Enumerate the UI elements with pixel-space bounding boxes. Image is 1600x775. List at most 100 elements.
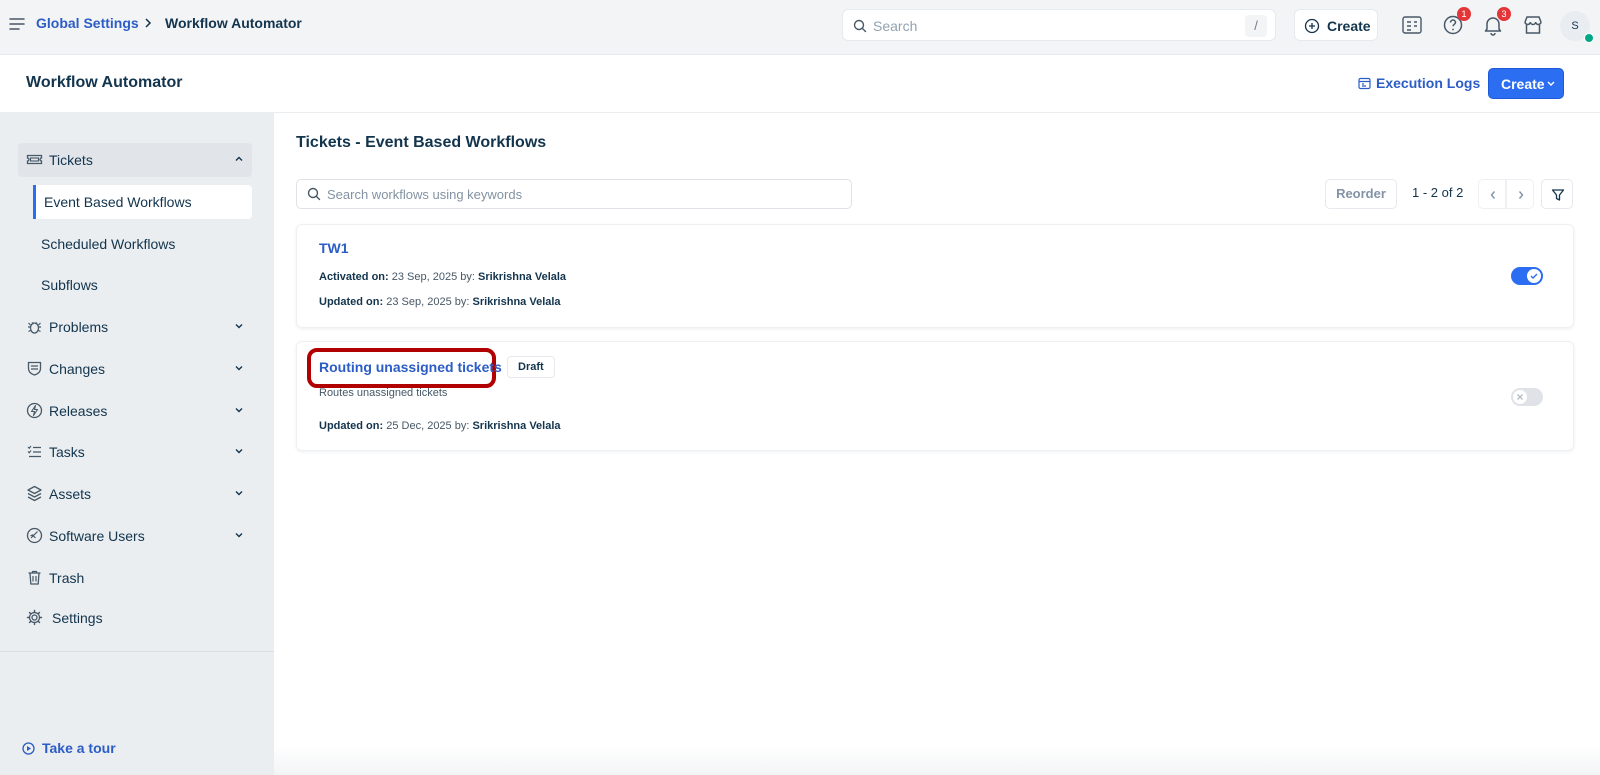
next-page-button[interactable] <box>1506 179 1534 209</box>
updated-date: 23 Sep, 2025 by: <box>386 296 470 308</box>
notifications-bell-icon[interactable]: 3 <box>1481 7 1511 37</box>
reorder-button[interactable]: Reorder <box>1325 179 1397 209</box>
avatar-initial: S <box>1571 20 1579 32</box>
previous-page-button[interactable] <box>1478 179 1506 209</box>
activated-label: Activated on: <box>319 271 389 283</box>
workflow-activated-line: Activated on: 23 Sep, 2025 by: Srikrishn… <box>319 271 566 283</box>
execution-logs-label: Execution Logs <box>1376 75 1481 91</box>
section-title: Tickets - Event Based Workflows <box>296 134 547 151</box>
workflow-search-input[interactable] <box>327 185 827 203</box>
bottom-fade <box>274 745 1600 775</box>
chevron-left-icon <box>1489 190 1497 200</box>
notifications-badge: 3 <box>1497 7 1511 21</box>
search-icon <box>853 19 867 33</box>
toggle-knob <box>1513 390 1527 404</box>
sidebar-item-changes[interactable]: Changes <box>18 352 252 386</box>
chevron-down-icon <box>234 531 244 539</box>
search-icon <box>307 187 321 201</box>
updated-label: Updated on: <box>319 296 384 308</box>
gear-icon <box>26 609 43 626</box>
breadcrumb-current: Workflow Automator <box>165 15 302 31</box>
top-create-label: Create <box>1327 18 1371 34</box>
changes-shield-icon <box>26 360 43 377</box>
activated-by: Srikrishna Velala <box>478 271 567 283</box>
sidebar-item-releases[interactable]: Releases <box>18 394 252 428</box>
trash-icon <box>26 569 43 586</box>
sidebar-divider <box>0 651 274 652</box>
sidebar-item-label: Assets <box>49 486 92 502</box>
sidebar-item-label: Software Users <box>49 528 145 544</box>
create-workflow-label: Create <box>1501 76 1545 92</box>
take-a-tour-label: Take a tour <box>42 740 116 756</box>
sidebar-item-assets[interactable]: Assets <box>18 477 252 511</box>
draft-status-tag: Draft <box>507 356 555 378</box>
sidebar-item-software-users[interactable]: Software Users <box>18 519 252 553</box>
page-header: Workflow Automator Execution Logs Create <box>0 54 1600 113</box>
software-icon <box>26 527 43 544</box>
sidebar-item-label: Problems <box>49 319 109 335</box>
search-shortcut-key: / <box>1245 15 1267 37</box>
pagination-count: 1 - 2 of 2 <box>1412 185 1464 200</box>
updated-label: Updated on: <box>319 420 384 432</box>
sidebar-item-label: Tasks <box>49 444 85 460</box>
sidebar: Tickets Event Based Workflows Scheduled … <box>0 113 274 775</box>
page-title: Workflow Automator <box>26 74 183 91</box>
filter-funnel-icon <box>1551 188 1565 202</box>
chevron-down-icon <box>1547 81 1555 87</box>
hamburger-menu-icon[interactable] <box>8 15 26 33</box>
toggle-knob <box>1527 269 1541 283</box>
chevron-down-icon <box>234 489 244 497</box>
releases-bolt-icon <box>26 402 43 419</box>
global-search[interactable]: / <box>842 9 1276 41</box>
sidebar-item-tasks[interactable]: Tasks <box>18 435 252 469</box>
sidebar-item-trash[interactable]: Trash <box>18 561 252 595</box>
updated-date: 25 Dec, 2025 by: <box>386 420 470 432</box>
sidebar-subitem-event-based-workflows[interactable]: Event Based Workflows <box>33 185 252 219</box>
chevron-down-icon <box>234 406 244 414</box>
sidebar-item-problems[interactable]: Problems <box>18 310 252 344</box>
main-content: Tickets - Event Based Workflows Reorder … <box>274 113 1600 775</box>
agent-status-icon[interactable] <box>1400 13 1424 37</box>
workflow-updated-line: Updated on: 23 Sep, 2025 by: Srikrishna … <box>319 296 561 308</box>
workflow-card[interactable]: TW1 Activated on: 23 Sep, 2025 by: Srikr… <box>296 224 1574 328</box>
filter-button[interactable] <box>1541 179 1573 209</box>
sidebar-item-tickets[interactable]: Tickets <box>18 143 252 177</box>
sidebar-subitem-label: Subflows <box>41 277 98 293</box>
workflow-enable-toggle[interactable] <box>1511 388 1543 406</box>
updated-by: Srikrishna Velala <box>472 296 561 308</box>
global-search-input[interactable] <box>873 16 1233 36</box>
bug-icon <box>26 318 43 335</box>
breadcrumb-chevron-icon <box>143 16 153 30</box>
sidebar-subitem-scheduled-workflows[interactable]: Scheduled Workflows <box>33 227 252 261</box>
activated-date: 23 Sep, 2025 by: <box>391 271 475 283</box>
sidebar-item-settings[interactable]: Settings <box>18 601 252 635</box>
chevron-up-icon <box>234 155 244 163</box>
sidebar-subitem-label: Event Based Workflows <box>44 194 192 210</box>
chevron-down-icon <box>234 322 244 330</box>
workflow-enable-toggle[interactable] <box>1511 267 1543 285</box>
help-badge: 1 <box>1457 7 1471 21</box>
workflow-card[interactable]: Routing unassigned tickets Draft Routes … <box>296 341 1574 451</box>
marketplace-store-icon[interactable] <box>1521 13 1545 37</box>
workflow-search[interactable] <box>296 179 852 209</box>
help-icon[interactable]: 1 <box>1441 7 1471 37</box>
sidebar-item-label: Releases <box>49 403 108 419</box>
chevron-down-icon <box>234 364 244 372</box>
top-create-button[interactable]: Create <box>1294 9 1378 41</box>
sidebar-item-label: Settings <box>52 610 103 626</box>
user-avatar[interactable]: S <box>1560 11 1594 43</box>
sidebar-subitem-subflows[interactable]: Subflows <box>33 268 252 302</box>
layers-icon <box>26 485 43 502</box>
workflow-name-link[interactable]: Routing unassigned tickets <box>319 359 502 375</box>
sidebar-item-label: Tickets <box>49 152 93 168</box>
chevron-right-icon <box>1517 190 1525 200</box>
workflow-name-link[interactable]: TW1 <box>319 240 349 256</box>
tasks-list-icon <box>26 443 43 460</box>
chevron-down-icon <box>234 447 244 455</box>
create-workflow-button[interactable]: Create <box>1488 68 1564 99</box>
sidebar-item-label: Changes <box>49 361 106 377</box>
workflow-description: Routes unassigned tickets <box>319 387 448 399</box>
logs-calendar-icon <box>1358 77 1371 90</box>
play-circle-icon <box>22 742 35 755</box>
breadcrumb-global-settings[interactable]: Global Settings <box>36 15 139 31</box>
